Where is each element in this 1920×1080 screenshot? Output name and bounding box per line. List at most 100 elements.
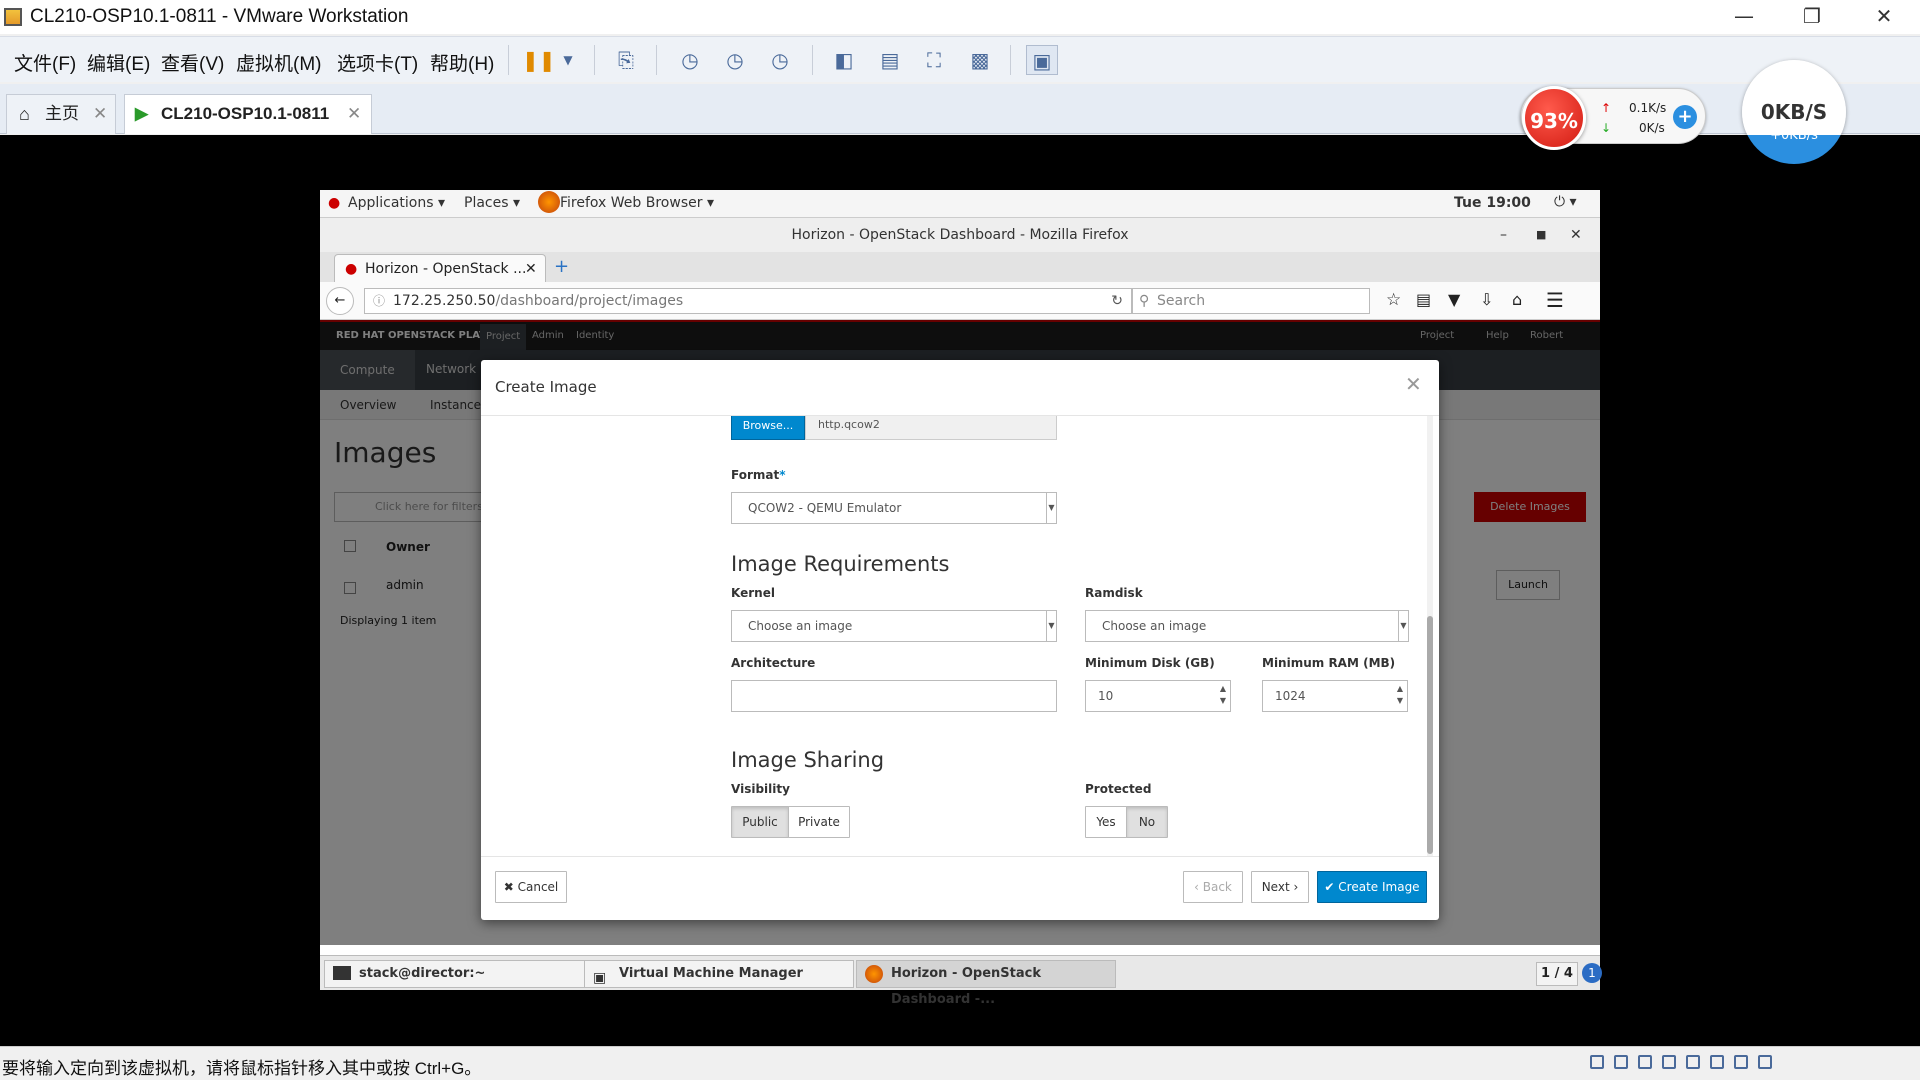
architecture-input[interactable] <box>731 680 1057 712</box>
tab-home[interactable]: ⌂ 主页 ✕ <box>6 94 116 134</box>
close-icon[interactable]: ✕ <box>1405 372 1422 396</box>
next-label: Next <box>1261 880 1290 894</box>
restore-button[interactable]: ❐ <box>1784 2 1840 30</box>
firefox-tab-strip: ● Horizon - OpenStack ... ✕ + <box>320 252 1600 284</box>
visibility-private-button[interactable]: Private <box>788 806 850 838</box>
protected-yes-button[interactable]: Yes <box>1085 806 1127 838</box>
ff-close-icon[interactable]: ✕ <box>1570 218 1582 252</box>
snapshot-manager-icon[interactable]: ◷ <box>764 45 796 75</box>
ff-minimize-icon[interactable]: – <box>1500 218 1507 252</box>
vmware-status-bar: 要将输入定向到该虚拟机，请将鼠标指针移入其中或按 Ctrl+G。 <box>0 1046 1920 1080</box>
back-button[interactable]: ‹ Back <box>1183 871 1243 903</box>
kernel-value: Choose an image <box>748 619 853 633</box>
browser-tab[interactable]: ● Horizon - OpenStack ... ✕ <box>334 254 546 284</box>
ramdisk-label: Ramdisk <box>1085 586 1143 600</box>
minimize-button[interactable]: — <box>1716 2 1772 30</box>
pocket-icon[interactable]: ▼ <box>1448 290 1460 309</box>
scrollbar-thumb[interactable] <box>1427 616 1433 854</box>
upload-speed: 0.1K/s <box>1629 101 1667 115</box>
bookmark-star-icon[interactable]: ☆ <box>1386 290 1401 310</box>
menu-help[interactable]: 帮助(H) <box>430 49 494 76</box>
stepper-icon[interactable]: ▲ ▼ <box>1220 683 1226 707</box>
download-icon[interactable]: ⇩ <box>1480 290 1493 309</box>
guest-desktop: ● Applications ▾ Places ▾ Firefox Web Br… <box>320 190 1602 1007</box>
task-firefox[interactable]: Horizon - OpenStack Dashboard -... <box>856 960 1116 1007</box>
task-vmm[interactable]: ▣ Virtual Machine Manager <box>584 960 854 988</box>
reload-icon[interactable]: ↻ <box>1111 289 1123 313</box>
notification-icon[interactable]: 1 <box>1582 963 1602 983</box>
task-terminal[interactable]: stack@director:~ <box>324 960 602 988</box>
console-view-icon[interactable]: ▣ <box>1026 45 1058 75</box>
message-icon[interactable] <box>1758 1055 1772 1069</box>
cd-icon[interactable] <box>1614 1055 1628 1069</box>
power-icon[interactable]: ⏻ ▾ <box>1554 194 1577 210</box>
reading-list-icon[interactable]: ▤ <box>1416 290 1431 309</box>
display-icon[interactable] <box>1734 1055 1748 1069</box>
stepper-icon[interactable]: ▲ ▼ <box>1397 683 1403 707</box>
architecture-label: Architecture <box>731 656 816 670</box>
vmm-icon: ▣ <box>593 970 607 986</box>
network-adapter-icon[interactable] <box>1638 1055 1652 1069</box>
next-button[interactable]: Next › <box>1251 871 1309 903</box>
places-label: Places <box>464 195 509 211</box>
menu-view[interactable]: 查看(V) <box>161 49 224 76</box>
home-icon[interactable]: ⌂ <box>1512 290 1522 309</box>
menu-tabs[interactable]: 选项卡(T) <box>337 49 418 76</box>
back-icon[interactable]: ← <box>326 287 354 315</box>
create-image-label: Create Image <box>1338 880 1420 894</box>
ramdisk-select[interactable]: Choose an image ▼ <box>1085 610 1409 642</box>
unity-icon[interactable]: ▩ <box>964 45 996 75</box>
min-ram-input[interactable]: 1024 ▲ ▼ <box>1262 680 1408 712</box>
fullscreen-icon[interactable]: ⛶ <box>918 45 950 75</box>
thumbnail-bar-icon[interactable]: ▤ <box>874 45 906 75</box>
requirements-heading: Image Requirements <box>731 552 950 576</box>
close-icon[interactable]: ✕ <box>93 95 107 133</box>
kernel-select[interactable]: Choose an image ▼ <box>731 610 1057 642</box>
places-menu[interactable]: Places ▾ <box>464 195 520 211</box>
firefox-app-label: Firefox Web Browser <box>560 195 703 211</box>
create-image-button[interactable]: ✔ Create Image <box>1317 871 1427 903</box>
search-input[interactable]: ⚲ Search <box>1132 288 1370 314</box>
cpu-usage-ball[interactable]: 93% <box>1522 86 1586 150</box>
min-disk-input[interactable]: 10 ▲ ▼ <box>1085 680 1231 712</box>
close-window-button[interactable]: ✕ <box>1856 2 1912 30</box>
add-icon[interactable]: + <box>1673 105 1697 129</box>
window-title: CL210-OSP10.1-0811 - VMware Workstation <box>30 6 409 27</box>
printer-icon[interactable] <box>1710 1055 1724 1069</box>
url-bar[interactable]: ⓘ 172.25.250.50/dashboard/project/images… <box>364 288 1132 314</box>
cancel-button[interactable]: ✖ Cancel <box>495 871 567 903</box>
new-tab-icon[interactable]: + <box>554 256 569 277</box>
format-select[interactable]: QCOW2 - QEMU Emulator ▼ <box>731 492 1057 524</box>
pause-icon[interactable]: ❚❚ <box>522 45 556 75</box>
browse-button[interactable]: Browse... <box>731 416 805 440</box>
menu-file[interactable]: 文件(F) <box>14 49 76 76</box>
protected-no-button[interactable]: No <box>1126 806 1168 838</box>
sharing-heading: Image Sharing <box>731 748 885 772</box>
hamburger-menu-icon[interactable]: ☰ <box>1546 288 1564 312</box>
speed-ball[interactable]: 0KB/S +0KB/s <box>1742 60 1846 164</box>
menu-edit[interactable]: 编辑(E) <box>87 49 150 76</box>
create-image-modal: Create Image ✕ Browse... http.qcow2 Form… <box>481 360 1439 920</box>
workspace-indicator[interactable]: 1 / 4 <box>1536 962 1578 986</box>
revert-snapshot-icon[interactable]: ◷ <box>719 45 751 75</box>
visibility-public-button[interactable]: Public <box>731 806 789 838</box>
tab-vm[interactable]: ▶ CL210-OSP10.1-0811 ✕ <box>124 94 372 134</box>
close-icon[interactable]: ✕ <box>525 255 537 283</box>
send-ctrl-alt-del-icon[interactable]: ⎘ <box>610 45 642 75</box>
firefox-icon <box>538 191 560 213</box>
library-icon[interactable]: ◧ <box>828 45 860 75</box>
check-icon: ✔ <box>1324 880 1335 894</box>
applications-menu[interactable]: Applications ▾ <box>348 195 445 211</box>
firefox-window-title: Horizon - OpenStack Dashboard - Mozilla … <box>791 227 1129 243</box>
menu-vm[interactable]: 虚拟机(M) <box>236 49 321 76</box>
ff-maximize-icon[interactable]: ■ <box>1536 218 1546 252</box>
close-icon[interactable]: ✕ <box>347 95 361 133</box>
snapshot-icon[interactable]: ◷ <box>674 45 706 75</box>
usb-icon[interactable] <box>1662 1055 1676 1069</box>
firefox-app-menu[interactable]: Firefox Web Browser ▾ <box>560 195 714 211</box>
pause-dropdown-icon[interactable]: ▼ <box>552 45 584 75</box>
sound-icon[interactable] <box>1686 1055 1700 1069</box>
clock[interactable]: Tue 19:00 <box>1454 195 1531 211</box>
hdd-icon[interactable] <box>1590 1055 1604 1069</box>
speed-main: 0KB/S <box>1760 100 1828 124</box>
